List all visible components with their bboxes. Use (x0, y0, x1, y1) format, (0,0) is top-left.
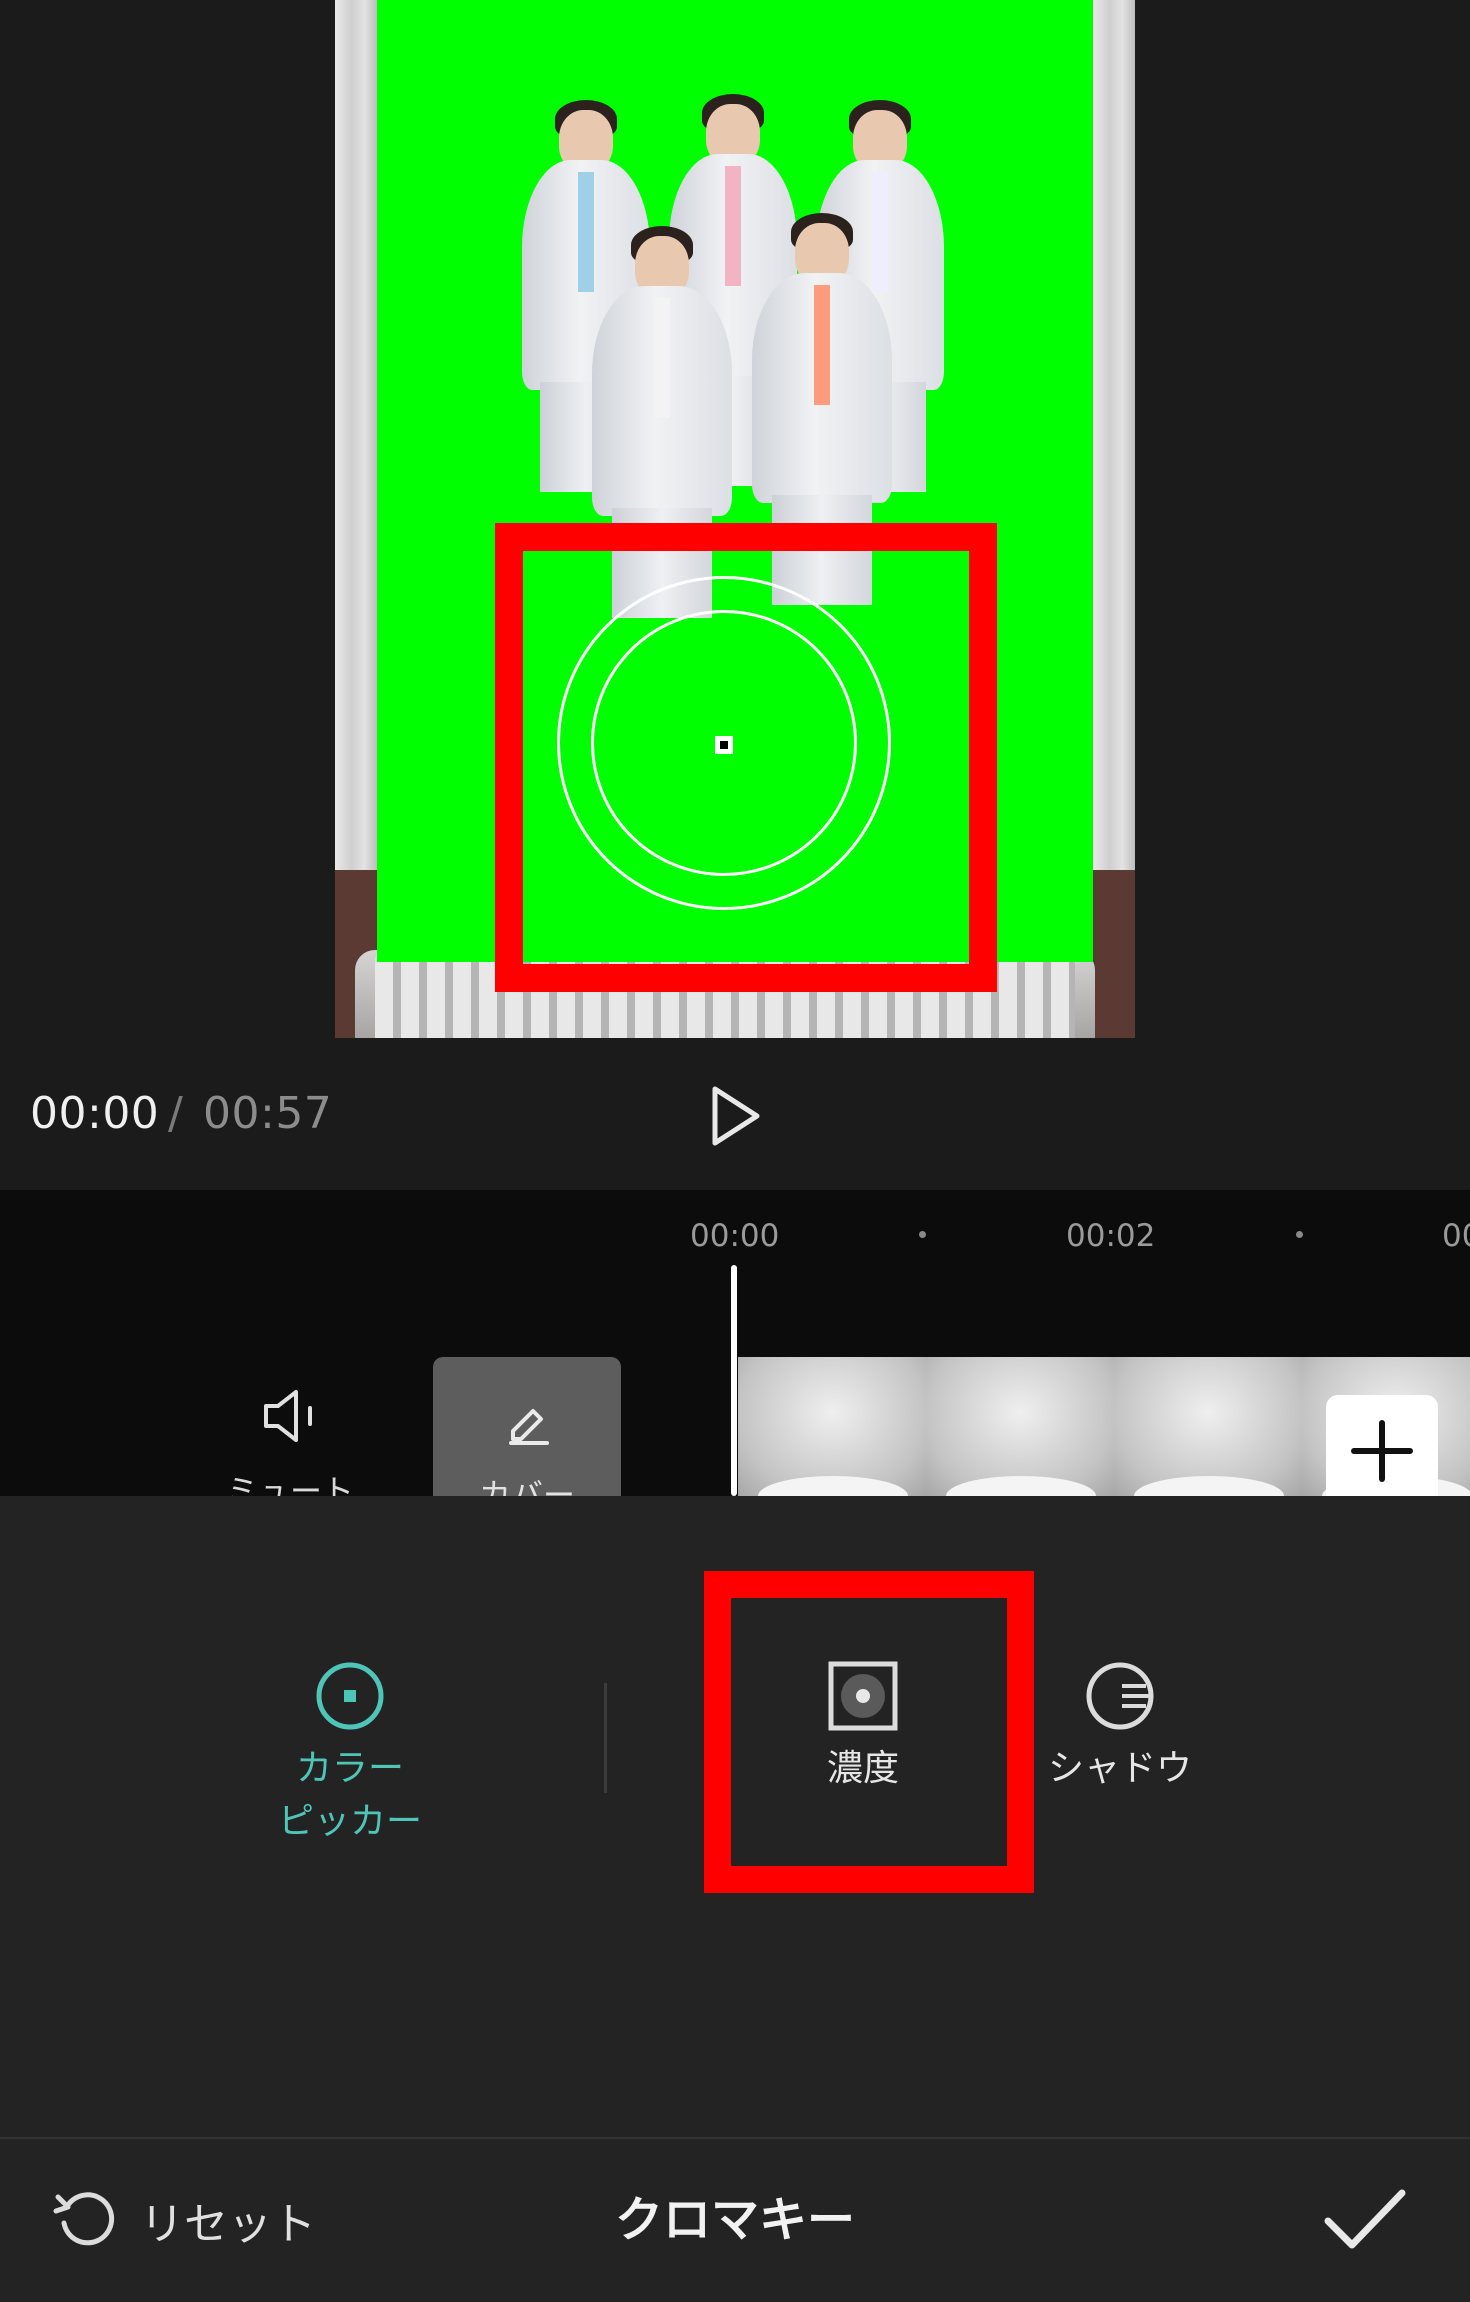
check-icon (1324, 2189, 1406, 2249)
ruler-label: 00:02 (1066, 1218, 1156, 1254)
playhead[interactable] (731, 1265, 737, 1496)
pencil-icon (509, 1409, 549, 1445)
shadow-tool[interactable]: シャドウ (1030, 1660, 1210, 1795)
background-wall (335, 0, 377, 870)
time-separator: / (168, 1088, 184, 1139)
color-picker-icon (316, 1662, 384, 1730)
background-wall-right (1093, 0, 1135, 870)
highlight-box-intensity (704, 1571, 1034, 1893)
add-clip-button[interactable] (1326, 1395, 1438, 1507)
page-title: クロマキー (614, 2192, 855, 2248)
ruler-label: 00:00 (690, 1218, 780, 1254)
tool-divider (604, 1683, 607, 1793)
clip-thumbnail[interactable] (738, 1357, 928, 1496)
shadow-label: シャドウ (1047, 1748, 1192, 1789)
ruler-label: 00 (1442, 1218, 1470, 1254)
color-picker-center[interactable] (715, 736, 733, 754)
total-time: 00:57 (203, 1088, 333, 1139)
color-picker-tool[interactable]: カラー ピッカー (230, 1660, 470, 1848)
ruler-dot (1296, 1231, 1303, 1238)
confirm-button[interactable] (1322, 2185, 1408, 2255)
plus-icon (1351, 1420, 1413, 1482)
current-time: 00:00 (30, 1088, 160, 1139)
play-button[interactable] (705, 1081, 765, 1151)
color-picker-label-line2: ピッカー (277, 1801, 422, 1842)
clip-thumbnail[interactable] (926, 1357, 1116, 1496)
speaker-icon (264, 1390, 312, 1442)
shadow-icon (1086, 1662, 1154, 1730)
clip-thumbnail[interactable] (1114, 1357, 1304, 1496)
ruler-dot (919, 1231, 926, 1238)
play-icon (712, 1086, 760, 1146)
color-picker-label-line1: カラー (295, 1748, 404, 1789)
